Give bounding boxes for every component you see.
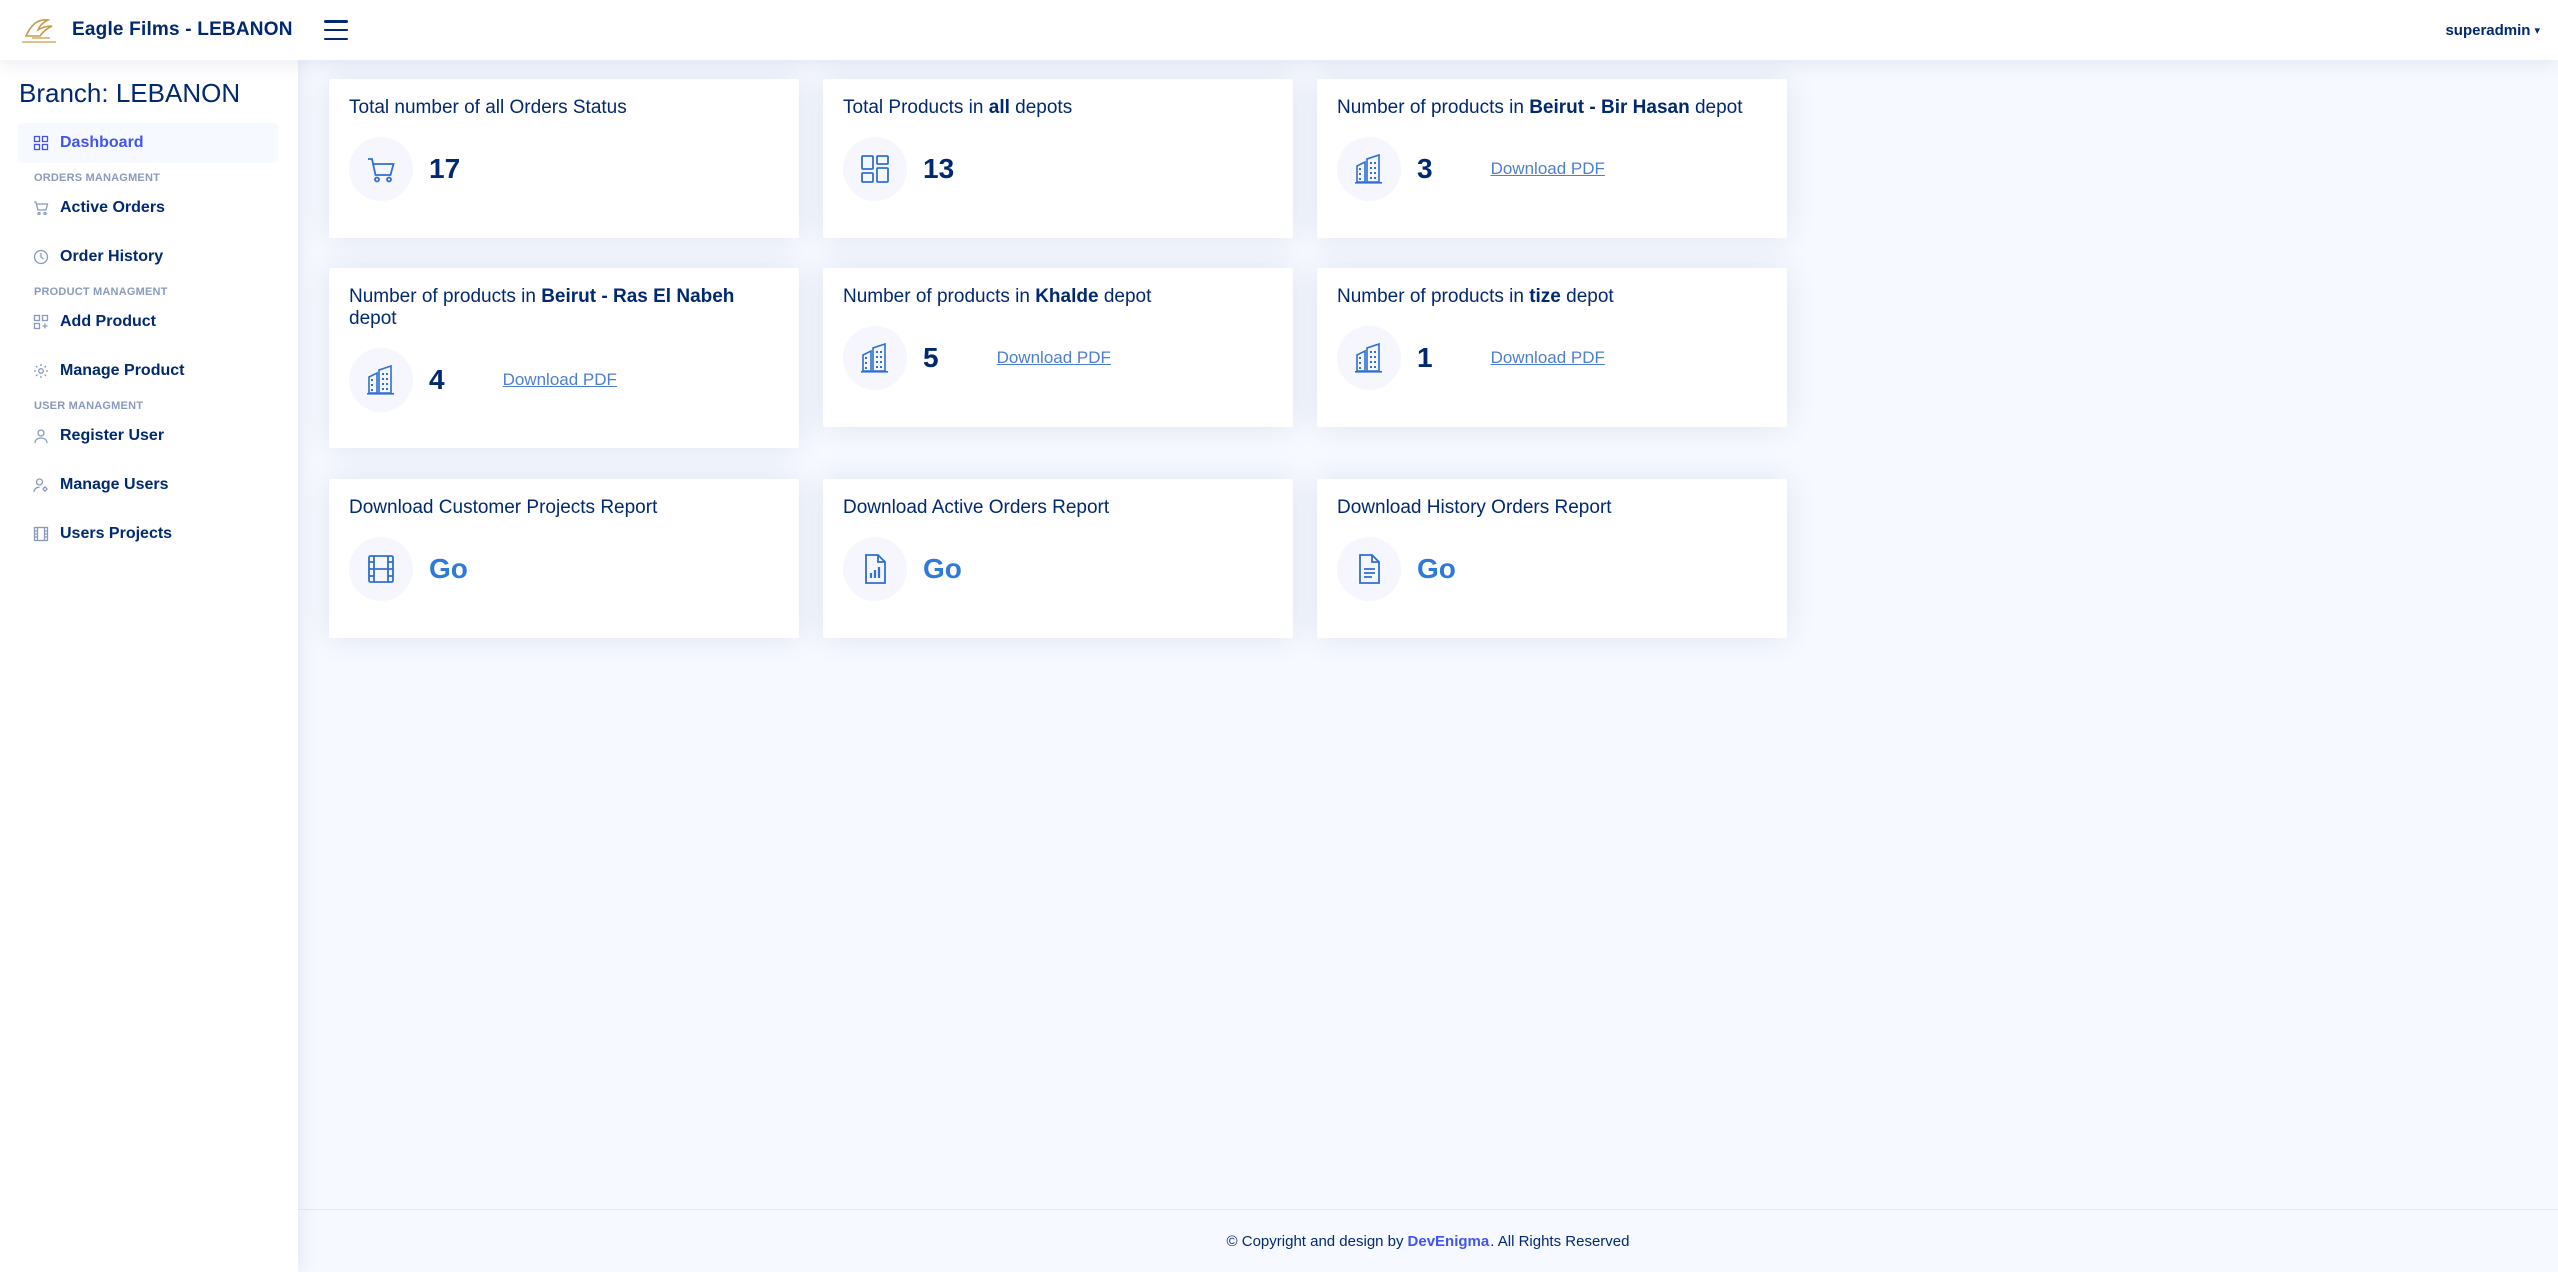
download-pdf-link[interactable]: Download PDF <box>1491 159 1605 179</box>
nav-heading-users: USER MANAGMENT <box>34 400 144 412</box>
card-title: Total Products in all depots <box>843 97 1073 118</box>
sidebar-item-order-history[interactable]: Order History <box>18 237 278 277</box>
grid-plus-icon <box>33 314 49 330</box>
bir-hasan-count: 3 <box>1417 153 1433 184</box>
ras-el-nabeh-count: 4 <box>429 364 445 395</box>
toggle-sidebar-button[interactable] <box>324 20 348 40</box>
card-title: Download Customer Projects Report <box>349 497 658 518</box>
person-gear-icon <box>33 478 48 493</box>
file-text-icon <box>1337 537 1401 601</box>
card-title: Number of products in Beirut - Bir Hasan… <box>1337 97 1743 118</box>
sidebar-item-dashboard[interactable]: Dashboard <box>18 123 278 163</box>
sidebar: Branch: LEBANON Dashboard ORDERS MANAGME… <box>0 60 298 1272</box>
building-icon <box>1337 326 1401 390</box>
sidebar-item-manage-users[interactable]: Manage Users <box>18 465 278 505</box>
go-history-orders-link[interactable]: Go <box>1417 553 1456 585</box>
sidebar-item-label: Dashboard <box>60 134 144 151</box>
sidebar-item-add-product[interactable]: Add Product <box>18 302 278 342</box>
film-icon <box>349 537 413 601</box>
file-chart-icon <box>843 537 907 601</box>
dashboard-main: Total number of all Orders Status 17 Tot… <box>298 60 2558 1210</box>
app-title: Eagle Films - LEBANON <box>72 19 293 40</box>
products-count: 13 <box>923 153 955 184</box>
sidebar-item-users-projects[interactable]: Users Projects <box>18 514 278 554</box>
gear-icon <box>34 364 48 378</box>
khalde-count: 5 <box>923 342 939 373</box>
grid-icon <box>33 135 49 151</box>
building-icon <box>1337 137 1401 201</box>
card-history-orders-report: Download History Orders Report Go <box>1317 479 1787 638</box>
branch-title: Branch: LEBANON <box>19 78 241 108</box>
tize-count: 1 <box>1417 342 1433 373</box>
orders-count: 17 <box>429 153 461 184</box>
person-icon <box>34 429 48 444</box>
card-title: Number of products in Beirut - Ras El Na… <box>349 286 735 329</box>
card-customer-projects-report: Download Customer Projects Report Go <box>329 479 799 638</box>
sidebar-item-label: Manage Product <box>60 362 185 379</box>
user-name: superadmin <box>2445 21 2531 39</box>
card-title: Total number of all Orders Status <box>349 97 627 118</box>
nav-heading-products: PRODUCT MANAGMENT <box>34 286 168 298</box>
sidebar-item-active-orders[interactable]: Active Orders <box>18 188 278 228</box>
card-bir-hasan: Number of products in Beirut - Bir Hasan… <box>1317 79 1787 238</box>
film-icon <box>33 526 49 542</box>
sidebar-item-label: Users Projects <box>60 525 173 542</box>
download-pdf-link[interactable]: Download PDF <box>997 348 1111 368</box>
top-header: Eagle Films - LEBANON superadmin ▾ <box>0 0 2558 60</box>
sidebar-item-register-user[interactable]: Register User <box>18 416 278 456</box>
user-menu[interactable]: superadmin ▾ <box>2445 0 2540 60</box>
card-title: Download Active Orders Report <box>843 497 1110 518</box>
card-title: Number of products in Khalde depot <box>843 286 1152 307</box>
footer: © Copyright and design by DevEnigma . Al… <box>298 1209 2558 1272</box>
sidebar-item-manage-product[interactable]: Manage Product <box>18 351 278 391</box>
download-pdf-link[interactable]: Download PDF <box>1491 348 1605 368</box>
card-khalde: Number of products in Khalde depot 5 Dow… <box>823 268 1293 427</box>
eagle-logo-icon <box>22 19 56 43</box>
cart-icon <box>34 201 49 216</box>
card-active-orders-report: Download Active Orders Report Go <box>823 479 1293 638</box>
footer-copyright: © Copyright and design by <box>1226 1232 1404 1250</box>
cart-icon <box>349 137 413 201</box>
sidebar-item-label: Register User <box>60 427 165 444</box>
card-total-orders: Total number of all Orders Status 17 <box>329 79 799 238</box>
card-title: Number of products in tize depot <box>1337 286 1614 307</box>
card-tize: Number of products in tize depot 1 Downl… <box>1317 268 1787 427</box>
sidebar-item-label: Add Product <box>60 313 156 330</box>
chevron-down-icon: ▾ <box>2534 24 2540 37</box>
card-total-products: Total Products in all depots 13 <box>823 79 1293 238</box>
sidebar-item-label: Active Orders <box>60 199 165 216</box>
brand-logo[interactable]: Eagle Films - LEBANON <box>18 14 310 46</box>
building-icon <box>349 348 413 412</box>
nav-heading-orders: ORDERS MANAGMENT <box>34 172 161 184</box>
go-active-orders-link[interactable]: Go <box>923 553 962 585</box>
card-title: Download History Orders Report <box>1337 497 1612 518</box>
building-icon <box>843 326 907 390</box>
go-customer-projects-link[interactable]: Go <box>429 553 468 585</box>
footer-rights: . All Rights Reserved <box>1490 1232 1630 1250</box>
clock-icon <box>33 249 49 265</box>
download-pdf-link[interactable]: Download PDF <box>503 370 617 390</box>
sidebar-item-label: Manage Users <box>60 476 169 493</box>
footer-brand-link[interactable]: DevEnigma <box>1408 1233 1490 1250</box>
layout-grid-icon <box>843 137 907 201</box>
sidebar-item-label: Order History <box>60 248 164 265</box>
card-ras-el-nabeh: Number of products in Beirut - Ras El Na… <box>329 268 799 448</box>
